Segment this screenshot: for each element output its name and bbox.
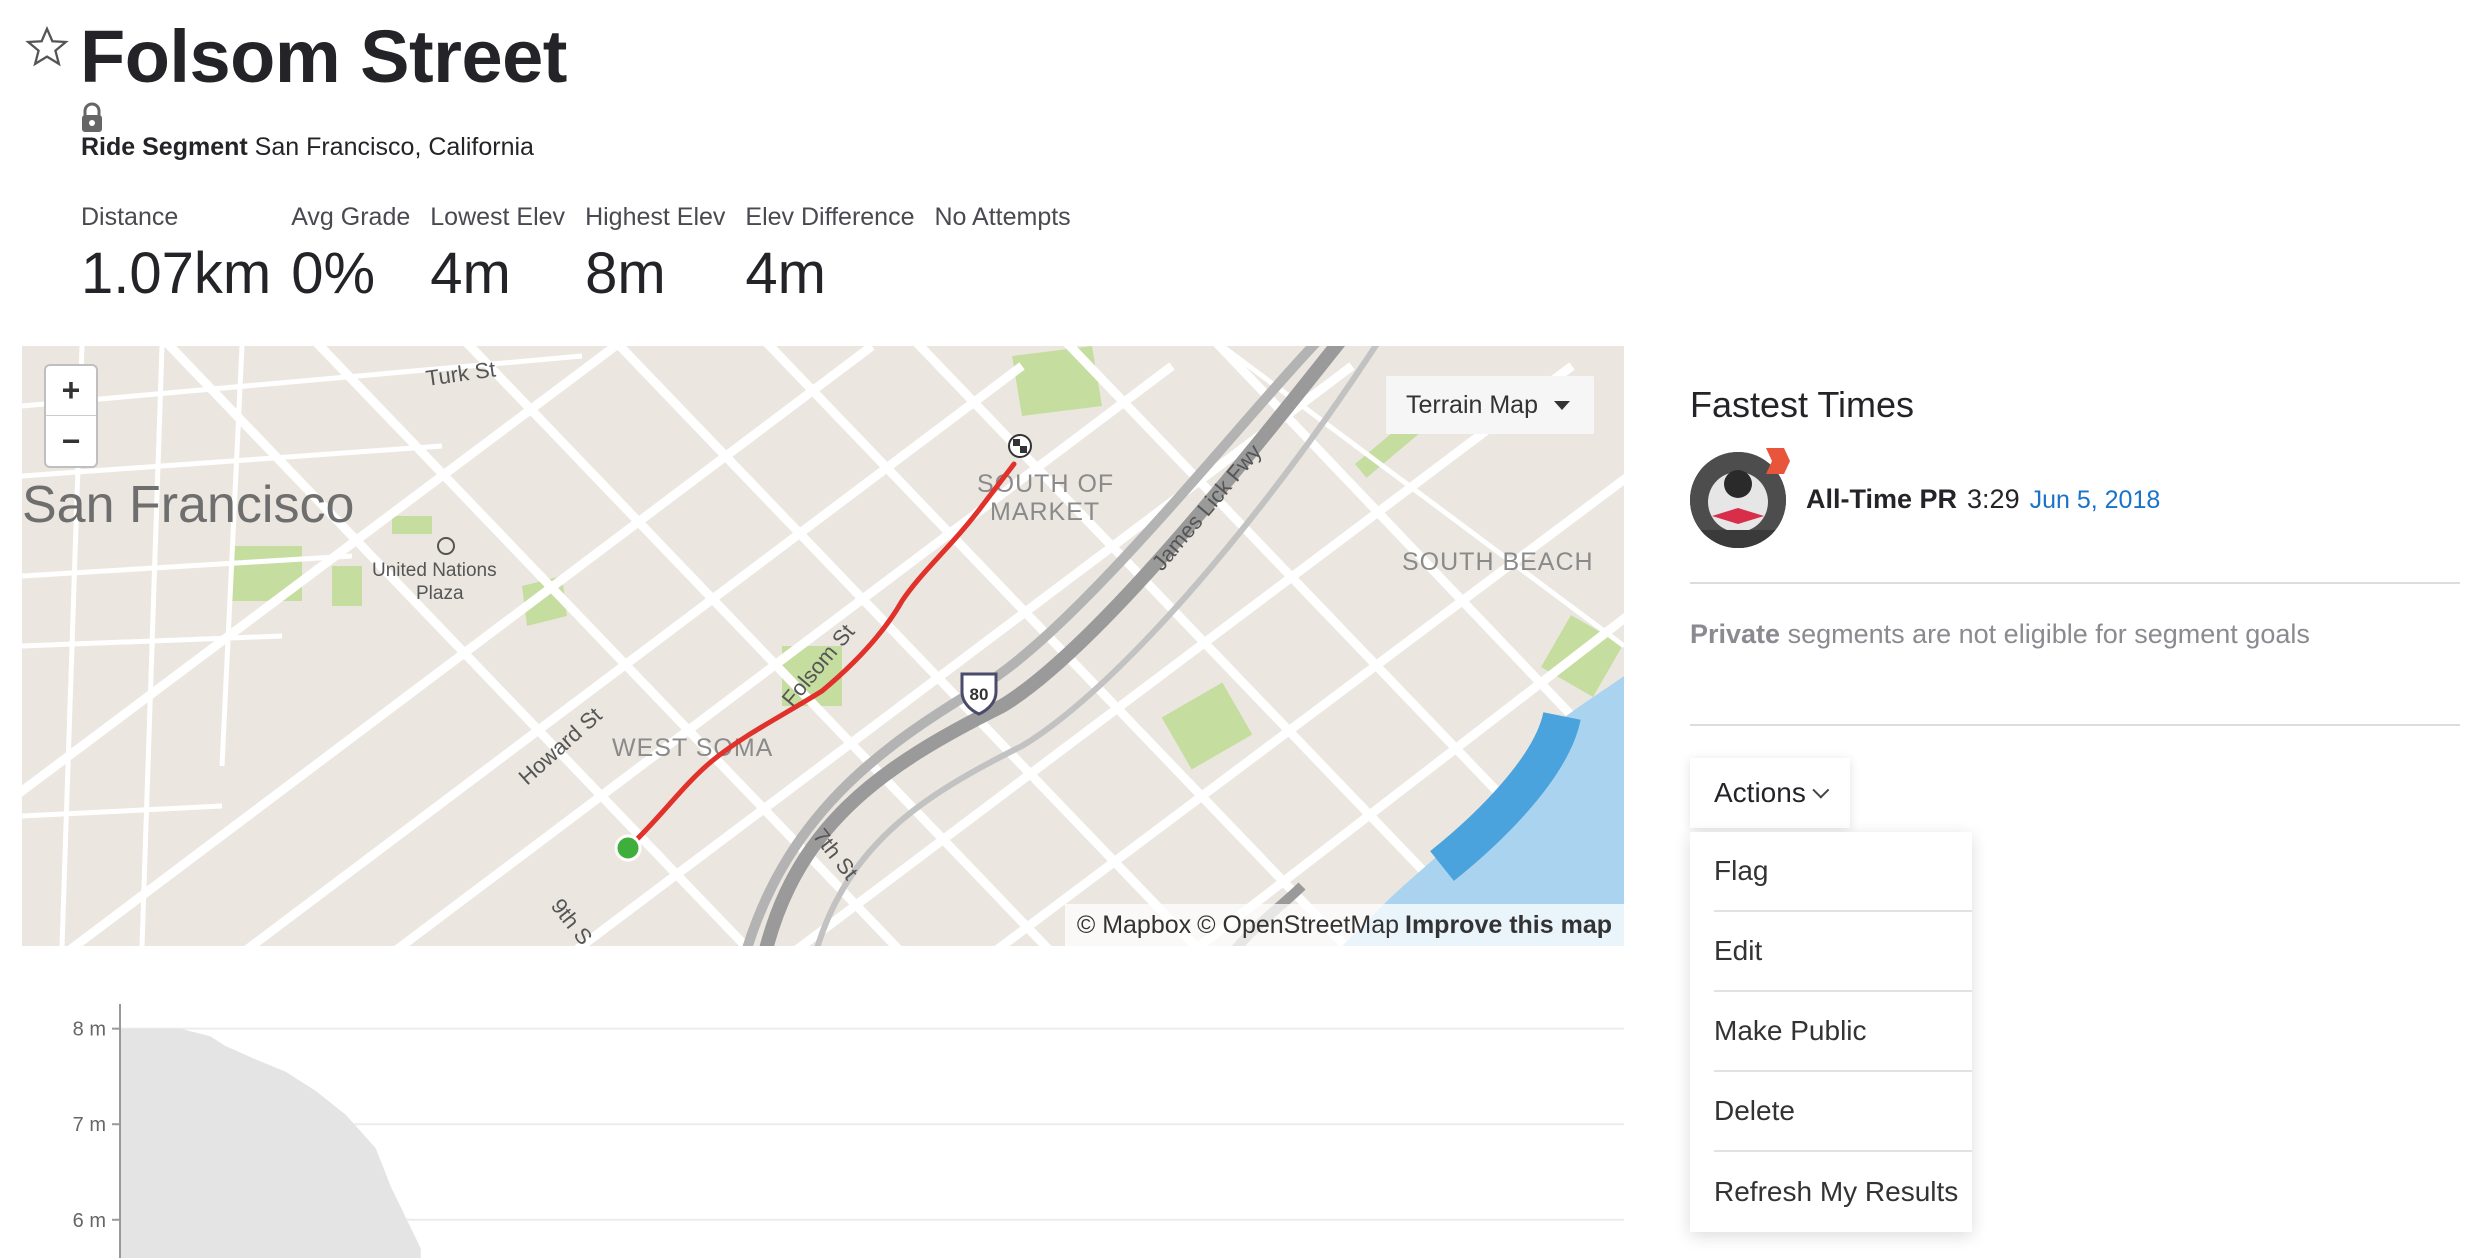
map-label-south-beach: SOUTH BEACH <box>1402 548 1594 576</box>
segment-stats: Distance 1.07km Avg Grade 0% Lowest Elev… <box>81 203 1091 307</box>
stat-elev-difference: Elev Difference 4m <box>745 203 914 307</box>
menu-item-delete[interactable]: Delete <box>1714 1072 1972 1152</box>
pr-badge-icon <box>1766 448 1790 474</box>
stat-label: Elev Difference <box>745 203 915 231</box>
stat-highest-elev: Highest Elev 8m <box>585 203 725 307</box>
stat-value: 4m <box>745 241 826 306</box>
route-start-marker <box>614 834 642 862</box>
stat-value: 4m <box>430 241 511 306</box>
stat-value: 1.07km <box>81 241 272 306</box>
stat-label: Distance <box>81 203 179 231</box>
stat-value: 0% <box>291 241 376 306</box>
fastest-times-title: Fastest Times <box>1690 384 1915 425</box>
map-canvas[interactable]: San Francisco United Nations Plaza Turk … <box>22 346 1624 946</box>
map-label-city: San Francisco <box>22 476 354 534</box>
star-icon[interactable] <box>24 24 70 70</box>
segment-location: San Francisco, California <box>254 133 534 161</box>
stat-lowest-elev: Lowest Elev 4m <box>430 203 565 307</box>
stat-label: Highest Elev <box>585 203 726 231</box>
stat-label: No Attempts <box>934 203 1071 231</box>
map-style-label: Terrain Map <box>1406 390 1538 419</box>
pr-time: 3:29 <box>1967 484 2020 514</box>
map-label-soma-2: MARKET <box>990 498 1100 526</box>
stat-avg-grade: Avg Grade 0% <box>291 203 410 307</box>
menu-item-make-public[interactable]: Make Public <box>1714 992 1972 1072</box>
svg-text:80: 80 <box>970 685 989 704</box>
map-label-west-soma: WEST SOMA <box>612 734 773 762</box>
attribution-mapbox[interactable]: © Mapbox <box>1077 911 1191 940</box>
page-title: Folsom Street <box>80 15 567 98</box>
stat-value: 8m <box>585 241 666 306</box>
stat-distance: Distance 1.07km <box>81 203 271 307</box>
zoom-control: + − <box>44 364 98 468</box>
menu-item-edit[interactable]: Edit <box>1714 912 1972 992</box>
segment-subtitle: Ride Segment San Francisco, California <box>81 133 534 162</box>
stat-attempts: No Attempts <box>935 203 1071 307</box>
pr-date-link[interactable]: Jun 5, 2018 <box>2030 486 2161 515</box>
zoom-in-button[interactable]: + <box>46 366 96 416</box>
stat-label: Avg Grade <box>291 203 411 231</box>
actions-menu: Flag Edit Make Public Delete Refresh My … <box>1690 832 1972 1232</box>
segment-type: Ride Segment <box>81 133 248 161</box>
lock-icon <box>82 102 102 132</box>
all-time-pr: All-Time PR 3:29 Jun 5, 2018 <box>1806 484 2160 515</box>
y-tick-label: 6 m <box>73 1210 106 1232</box>
menu-item-refresh-results[interactable]: Refresh My Results <box>1714 1152 1972 1232</box>
chevron-down-icon <box>1812 781 1830 799</box>
improve-map-link[interactable]: Improve this map <box>1405 911 1612 940</box>
divider <box>1690 724 2460 726</box>
route-finish-flag-icon <box>1008 434 1032 458</box>
stat-label: Lowest Elev <box>430 203 566 231</box>
private-segment-note: Private segments are not eligible for se… <box>1690 619 2310 650</box>
divider <box>1690 582 2460 584</box>
caret-down-icon <box>1554 400 1570 410</box>
segment-map[interactable]: San Francisco United Nations Plaza Turk … <box>22 346 1624 946</box>
y-tick-label: 7 m <box>73 1114 106 1136</box>
elevation-area <box>120 1028 421 1258</box>
zoom-out-button[interactable]: − <box>46 416 96 466</box>
y-tick-label: 8 m <box>73 1019 106 1041</box>
actions-label: Actions <box>1714 777 1806 808</box>
actions-button[interactable]: Actions <box>1690 758 1850 828</box>
pr-label: All-Time PR <box>1806 484 1958 514</box>
elevation-chart: 8 m 7 m 6 m <box>73 1004 1624 1258</box>
private-label: Private <box>1690 619 1781 649</box>
attribution-osm[interactable]: © OpenStreetMap <box>1197 911 1399 940</box>
map-label-un-2: Plaza <box>416 583 464 604</box>
menu-item-flag[interactable]: Flag <box>1714 832 1972 912</box>
private-note-text: segments are not eligible for segment go… <box>1780 619 2310 649</box>
map-attribution: © Mapbox © OpenStreetMap Improve this ma… <box>1064 904 1624 946</box>
map-style-dropdown[interactable]: Terrain Map <box>1386 376 1594 434</box>
map-label-un-1: United Nations <box>372 560 497 581</box>
